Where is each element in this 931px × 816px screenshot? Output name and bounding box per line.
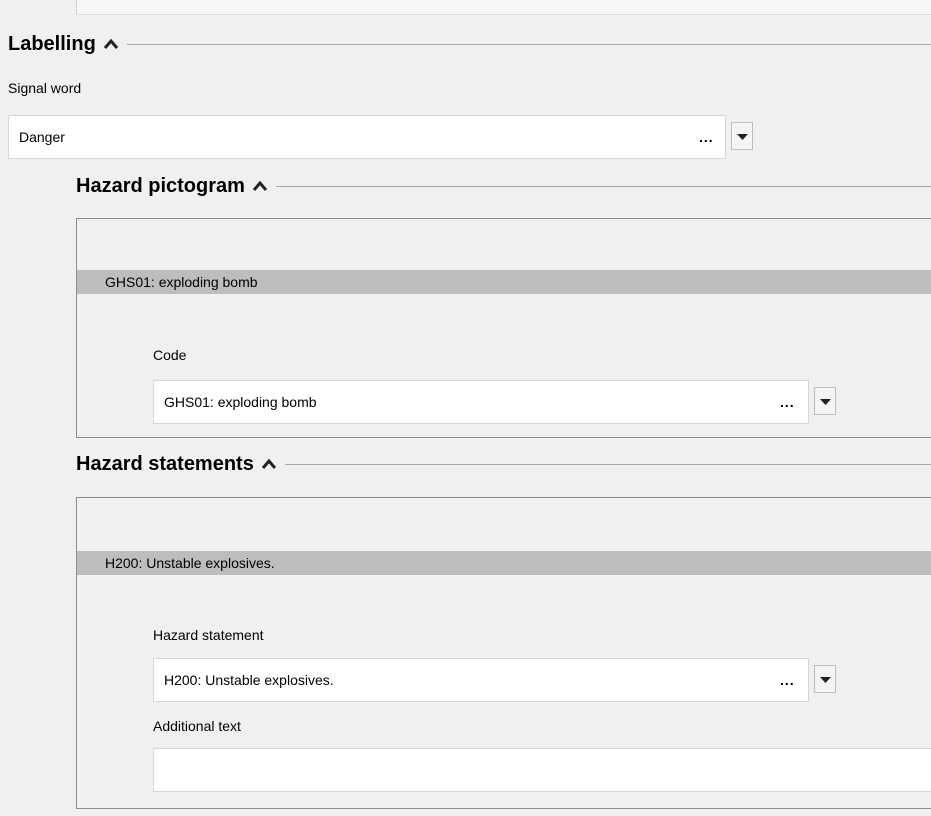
chevron-up-icon[interactable] xyxy=(252,180,268,192)
hazard-statements-title: Hazard statements xyxy=(76,452,254,475)
signal-word-field[interactable]: Danger ... xyxy=(8,115,726,159)
statement-entry-title: H200: Unstable explosives. xyxy=(105,555,275,571)
hazard-pictogram-panel: GHS01: exploding bomb Code GHS01: explod… xyxy=(76,218,931,438)
code-label: Code xyxy=(153,347,187,363)
code-value: GHS01: exploding bomb xyxy=(164,394,317,410)
signal-word-dropdown-button[interactable] xyxy=(731,122,753,150)
signal-word-label: Signal word xyxy=(8,80,82,96)
labelling-section-header: Labelling xyxy=(8,30,931,58)
hazard-statements-section-header: Hazard statements xyxy=(76,450,931,478)
signal-word-more-button[interactable]: ... xyxy=(699,130,714,144)
hazard-statements-panel: H200: Unstable explosives. Hazard statem… xyxy=(76,497,931,809)
hazard-pictogram-title: Hazard pictogram xyxy=(76,174,245,197)
statement-entry-header[interactable]: H200: Unstable explosives. xyxy=(77,551,931,575)
signal-word-value: Danger xyxy=(19,129,65,145)
hazard-statement-more-button[interactable]: ... xyxy=(780,673,795,687)
pictogram-entry-title: GHS01: exploding bomb xyxy=(105,274,258,290)
triangle-down-icon xyxy=(820,399,831,405)
chevron-up-icon[interactable] xyxy=(103,38,119,50)
hazard-statement-field[interactable]: H200: Unstable explosives. ... xyxy=(153,658,809,702)
section-divider xyxy=(126,43,931,45)
previous-section-panel xyxy=(76,0,931,15)
triangle-down-icon xyxy=(820,677,831,683)
labelling-title: Labelling xyxy=(8,32,96,55)
section-divider xyxy=(284,463,931,465)
chevron-up-icon[interactable] xyxy=(261,458,277,470)
code-field[interactable]: GHS01: exploding bomb ... xyxy=(153,380,809,424)
hazard-statement-dropdown-button[interactable] xyxy=(814,665,836,693)
hazard-pictogram-section-header: Hazard pictogram xyxy=(76,172,931,200)
hazard-statement-value: H200: Unstable explosives. xyxy=(164,672,334,688)
hazard-statement-label: Hazard statement xyxy=(153,627,264,643)
code-dropdown-button[interactable] xyxy=(814,387,836,415)
pictogram-entry-header[interactable]: GHS01: exploding bomb xyxy=(77,270,931,294)
additional-text-input[interactable] xyxy=(153,748,931,792)
code-more-button[interactable]: ... xyxy=(780,395,795,409)
additional-text-label: Additional text xyxy=(153,718,241,734)
section-divider xyxy=(275,185,931,187)
triangle-down-icon xyxy=(737,134,748,140)
